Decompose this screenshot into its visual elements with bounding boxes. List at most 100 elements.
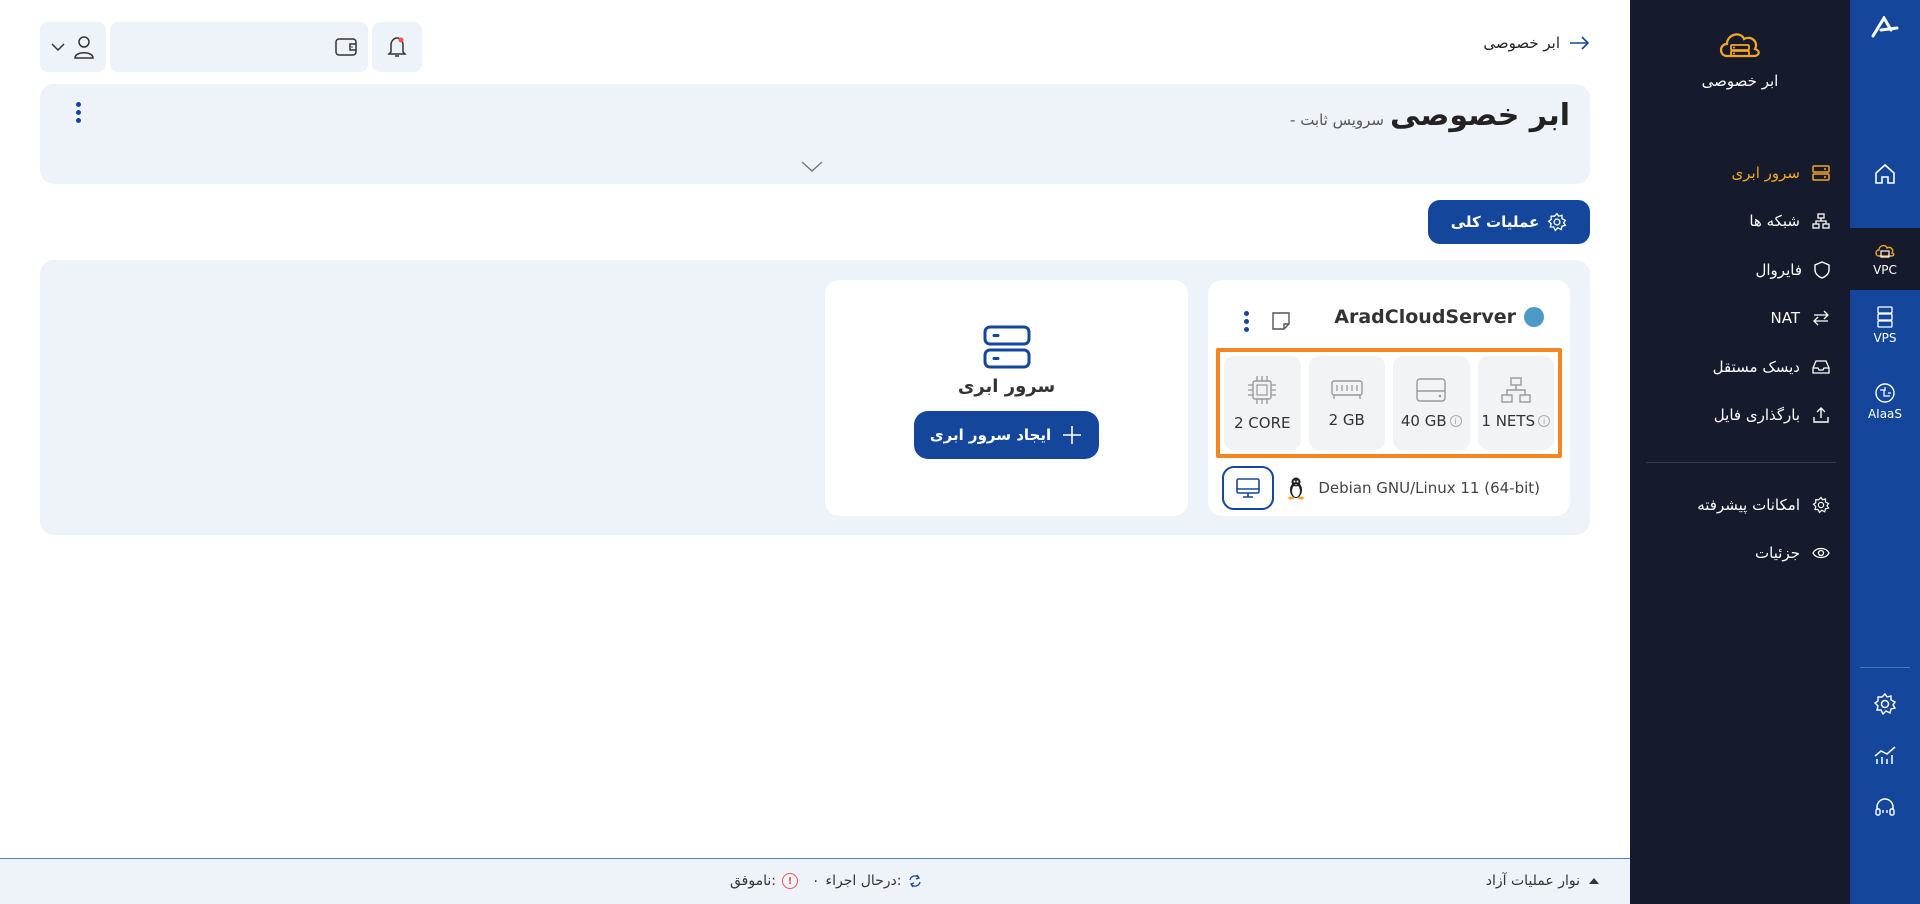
server-more-button[interactable]: [1240, 310, 1252, 332]
console-button[interactable]: [1222, 466, 1275, 510]
ai-icon: [1875, 383, 1895, 403]
cpu-icon: [1248, 376, 1277, 404]
brand-title: ابر خصوصی: [1701, 72, 1779, 90]
spec-label: 1 NETS i: [1481, 412, 1551, 430]
sidebar-menu: ابر خصوصی سرور ابری شبکه ها فایروال NAT …: [1630, 0, 1850, 904]
general-operations-button[interactable]: عملیات کلی: [1428, 200, 1590, 244]
create-server-button[interactable]: ایجاد سرور ابری: [914, 411, 1099, 459]
server-icon: [983, 325, 1030, 369]
os-row: Debian GNU/Linux 11 (64-bit): [1222, 466, 1540, 510]
server-name: AradCloudServer: [1334, 306, 1516, 328]
spec-networks[interactable]: 1 NETS i: [1477, 356, 1554, 450]
server-specs: 1 NETS i 40 GB i 2 GB 2 CORE: [1216, 348, 1562, 458]
linux-icon: [1288, 477, 1305, 500]
operations-bar-label: نوار عملیات آزاد: [1485, 873, 1580, 889]
os-name: Debian GNU/Linux 11 (64-bit): [1318, 479, 1540, 497]
create-server-label: ایجاد سرور ابری: [929, 426, 1052, 444]
notifications-button[interactable]: [372, 22, 422, 72]
page-header: ابر خصوصی - سرویس ثابت: [40, 84, 1590, 184]
user-icon: [74, 36, 94, 59]
menu-item-nat[interactable]: NAT: [1650, 309, 1830, 327]
status-indicator: [1524, 307, 1544, 327]
running-count: ۰: [811, 873, 820, 889]
spec-label: 2 CORE: [1234, 414, 1291, 432]
rail-analytics[interactable]: [1850, 744, 1920, 770]
user-menu-button[interactable]: [40, 22, 106, 72]
menu-item-advanced[interactable]: امکانات پیشرفته: [1650, 496, 1830, 514]
ram-icon: [1331, 380, 1363, 399]
upload-icon: [1813, 407, 1829, 423]
spec-label: 40 GB i: [1401, 412, 1462, 430]
app-logo[interactable]: [1850, 12, 1920, 42]
settings-icon: [1873, 692, 1897, 716]
network-icon: [1501, 377, 1531, 403]
rail-settings[interactable]: [1850, 692, 1920, 718]
arrow-right-icon: [1570, 36, 1590, 50]
menu-item-upload[interactable]: بارگذاری فایل: [1650, 406, 1830, 424]
eye-icon: [1812, 547, 1830, 559]
menu-item-label: سرور ابری: [1731, 164, 1800, 182]
chevron-down-icon: [51, 43, 65, 52]
header-more-button[interactable]: [72, 100, 84, 124]
topbar: ابر خصوصی: [40, 22, 1590, 72]
page-title: ابر خصوصی: [1390, 98, 1570, 133]
menu-item-label: فایروال: [1755, 261, 1802, 279]
spec-label: 2 GB: [1328, 411, 1365, 429]
rail-vps[interactable]: VPS: [1850, 306, 1920, 350]
rail-support[interactable]: [1850, 796, 1920, 822]
rail-vpc-label: VPC: [1873, 262, 1897, 277]
menu-item-disk[interactable]: دیسک مستقل: [1650, 358, 1830, 376]
expand-chevron-icon[interactable]: [800, 160, 824, 174]
rail-home[interactable]: [1850, 158, 1920, 190]
disk-icon: [1812, 360, 1830, 374]
menu-divider: [1646, 462, 1836, 463]
plus-icon: [1063, 426, 1082, 444]
operations-bar: نوار عملیات آزاد درحال اجراء: ۰ ! ناموفق…: [0, 858, 1630, 904]
page-subtitle: - سرویس ثابت: [1290, 111, 1384, 129]
monitor-icon: [1236, 478, 1261, 498]
menu-item-cloud-server[interactable]: سرور ابری: [1650, 164, 1830, 182]
caret-up-icon: [1589, 878, 1599, 884]
operations-status: درحال اجراء: ۰ ! ناموفق:: [730, 873, 922, 889]
vps-icon: [1877, 306, 1893, 328]
gear-icon: [1547, 212, 1567, 232]
general-operations-label: عملیات کلی: [1450, 213, 1540, 231]
failed-label: ناموفق:: [730, 873, 776, 889]
rail-aiaas[interactable]: AIaaS: [1850, 382, 1920, 426]
cloud-server-icon: [1719, 33, 1760, 58]
note-icon[interactable]: [1270, 310, 1292, 332]
menu-item-networks[interactable]: شبکه ها: [1650, 212, 1830, 230]
wallet-icon: [335, 38, 357, 56]
rail-vps-label: VPS: [1873, 331, 1897, 345]
bell-icon: [387, 37, 407, 57]
menu-item-label: امکانات پیشرفته: [1697, 496, 1800, 514]
menu-item-label: شبکه ها: [1749, 212, 1800, 230]
page-title-group: ابر خصوصی - سرویس ثابت: [1290, 98, 1570, 133]
refresh-icon: [908, 874, 921, 888]
server-icon: [1812, 165, 1830, 181]
running-label: درحال اجراء:: [825, 873, 902, 889]
menu-item-label: دیسک مستقل: [1712, 358, 1800, 376]
spec-ram[interactable]: 2 GB: [1308, 356, 1385, 450]
wallet-button[interactable]: [110, 22, 368, 72]
menu-item-label: جزئیات: [1755, 544, 1800, 562]
spec-cpu[interactable]: 2 CORE: [1224, 356, 1301, 450]
create-server-card: سرور ابری ایجاد سرور ابری: [825, 280, 1188, 516]
info-icon[interactable]: i: [1449, 415, 1462, 427]
disk-icon: [1416, 378, 1446, 402]
breadcrumb-label: ابر خصوصی: [1483, 34, 1560, 52]
nat-icon: [1813, 310, 1829, 326]
app-rail: VPC VPS AIaaS: [1850, 0, 1920, 904]
shield-icon: [1814, 261, 1830, 279]
menu-item-details[interactable]: جزئیات: [1650, 544, 1830, 562]
spec-disk[interactable]: 40 GB i: [1393, 356, 1470, 450]
menu-item-firewall[interactable]: فایروال: [1650, 261, 1830, 279]
server-card[interactable]: AradCloudServer 1 NETS i 40 GB i 2 GB 2 CO…: [1208, 280, 1570, 516]
brand: ابر خصوصی: [1630, 28, 1850, 90]
rail-vpc[interactable]: VPC: [1850, 228, 1920, 290]
breadcrumb[interactable]: ابر خصوصی: [1483, 34, 1590, 52]
operations-bar-toggle[interactable]: نوار عملیات آزاد: [1486, 873, 1600, 889]
info-icon[interactable]: i: [1538, 415, 1551, 427]
support-icon: [1875, 798, 1895, 816]
cloud-server-icon: [1875, 244, 1895, 258]
